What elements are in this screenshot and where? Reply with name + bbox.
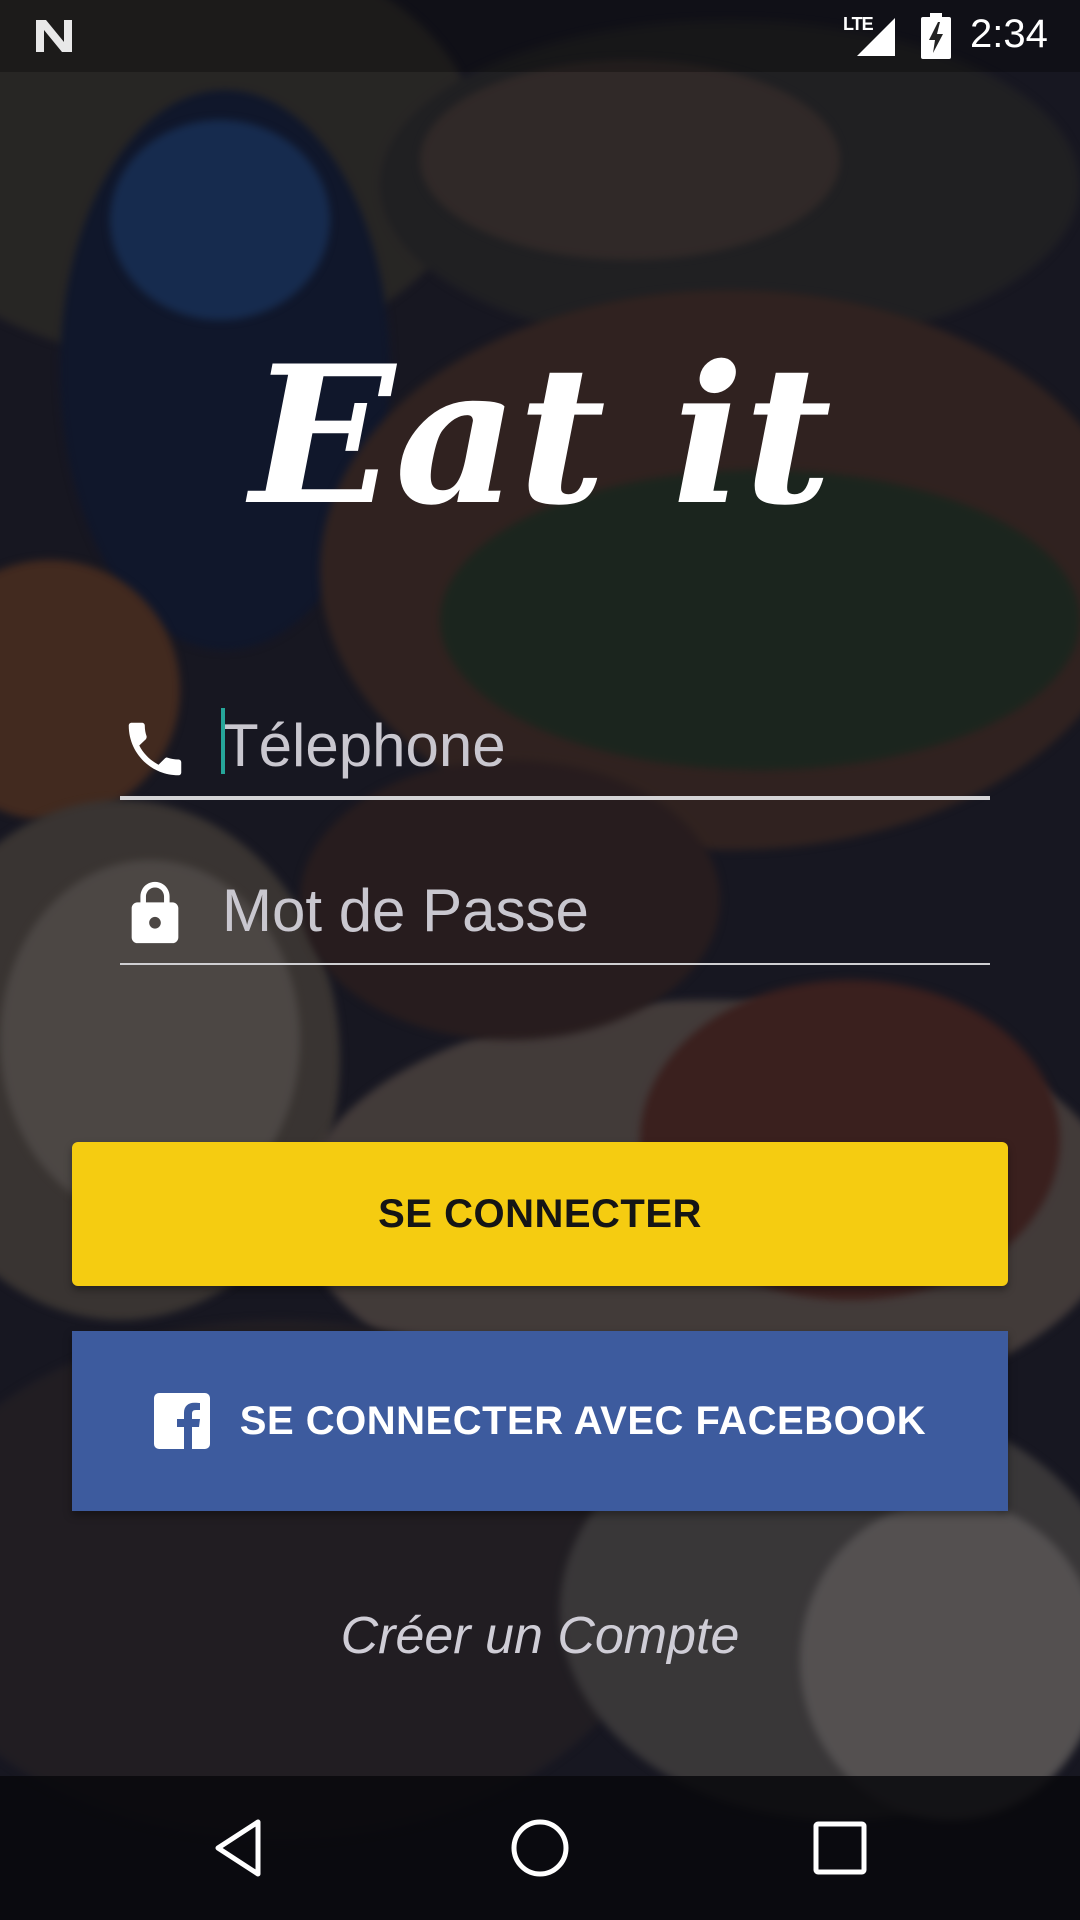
login-screen: LTE 2:34 Eat it SE CONNECTER: [0, 0, 1080, 1920]
recents-icon[interactable]: [804, 1812, 876, 1884]
navigation-bar: [0, 1776, 1080, 1920]
clock: 2:34: [970, 12, 1048, 56]
phone-icon: [128, 722, 182, 776]
facebook-button-label: SE CONNECTER AVEC FACEBOOK: [239, 1398, 927, 1443]
back-icon[interactable]: [204, 1812, 276, 1884]
svg-text:Eat it: Eat it: [245, 324, 832, 547]
text-cursor: [221, 708, 225, 774]
lock-icon: [131, 881, 179, 944]
signal-icon: [857, 18, 895, 56]
password-field[interactable]: [120, 855, 990, 965]
home-icon[interactable]: [504, 1812, 576, 1884]
facebook-icon: [153, 1393, 210, 1449]
password-input[interactable]: [222, 865, 982, 955]
password-underline: [120, 963, 990, 965]
app-logo: Eat it: [245, 324, 832, 547]
notification-n-icon: [36, 20, 72, 52]
status-bar: LTE 2:34: [0, 0, 1080, 72]
phone-field[interactable]: [120, 690, 990, 800]
facebook-login-button[interactable]: SE CONNECTER AVEC FACEBOOK: [72, 1331, 1008, 1511]
phone-underline: [120, 796, 990, 800]
battery-charging-icon: [921, 13, 951, 59]
login-button[interactable]: SE CONNECTER: [72, 1142, 1008, 1286]
create-account-link[interactable]: Créer un Compte: [0, 1606, 1080, 1666]
phone-input[interactable]: [222, 700, 982, 790]
